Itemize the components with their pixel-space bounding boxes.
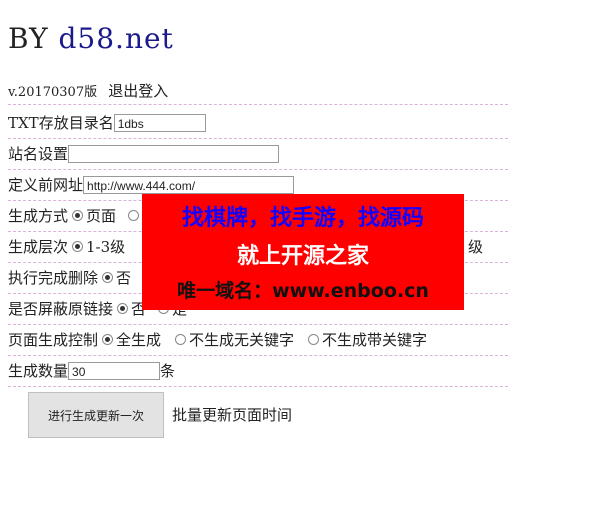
site-link[interactable]: d58.net: [58, 22, 173, 55]
page-control-radio-2[interactable]: [175, 334, 187, 345]
dir-input[interactable]: 1dbs: [113, 113, 206, 132]
logout-link[interactable]: 退出登入: [108, 82, 168, 100]
ad-line-3: 唯一域名：www.enboo.cn: [177, 280, 429, 302]
quantity-unit: 条: [160, 362, 176, 380]
gen-level-option-right: 级: [468, 238, 484, 256]
site-name-input[interactable]: [68, 144, 280, 163]
prefix-url-input[interactable]: http://www.444.com/: [83, 175, 295, 194]
gen-mode-radio-2[interactable]: [128, 210, 140, 221]
delete-after-radio-1[interactable]: [102, 272, 114, 283]
gen-mode-label: 生成方式: [8, 207, 69, 225]
gen-mode-option-1: 页面: [86, 207, 117, 225]
block-links-radio-1[interactable]: [117, 303, 129, 314]
quantity-label: 生成数量: [8, 362, 69, 380]
page-control-option-2: 不生成无关键字: [189, 331, 295, 349]
gen-level-label: 生成层次: [8, 238, 69, 256]
prefix-url-label: 定义前网址: [8, 176, 84, 194]
site-name-label: 站名设置: [8, 145, 69, 163]
row-quantity: 生成数量 30 条: [8, 356, 508, 387]
page-control-radio-3[interactable]: [308, 334, 320, 345]
page-control-option-1: 全生成: [116, 331, 162, 349]
ad-line-1: 找棋牌，找手游，找源码: [181, 206, 424, 231]
gen-level-radio-1[interactable]: [72, 241, 84, 252]
page-title: BY d58.net: [8, 22, 174, 55]
ad-banner[interactable]: 找棋牌，找手游，找源码 就上开源之家 唯一域名：www.enboo.cn: [142, 194, 464, 310]
delete-after-label: 执行完成删除: [8, 269, 99, 287]
row-dir: TXT存放目录名 1dbs: [8, 108, 508, 139]
row-page-control: 页面生成控制 全生成 不生成无关键字 不生成带关键字: [8, 325, 508, 356]
quantity-input[interactable]: 30: [68, 361, 161, 380]
row-site-name: 站名设置: [8, 139, 508, 170]
version-label: v.20170307版: [8, 85, 98, 100]
version-bar: v.20170307版 退出登入: [8, 80, 508, 105]
page-control-option-3: 不生成带关键字: [322, 331, 428, 349]
title-by: BY: [8, 22, 49, 55]
page-control-radio-1[interactable]: [102, 334, 114, 345]
delete-after-option-1: 否: [116, 269, 132, 287]
block-links-label: 是否屏蔽原链接: [8, 300, 114, 318]
dir-label: TXT存放目录名: [8, 114, 114, 132]
gen-mode-radio-1[interactable]: [72, 210, 84, 221]
ad-line-2: 就上开源之家: [236, 244, 369, 269]
page-control-label: 页面生成控制: [8, 331, 99, 349]
gen-level-option-1: 1-3级: [86, 238, 126, 256]
batch-update-note: 批量更新页面时间: [172, 406, 293, 424]
run-update-button[interactable]: 进行生成更新一次: [28, 392, 164, 438]
